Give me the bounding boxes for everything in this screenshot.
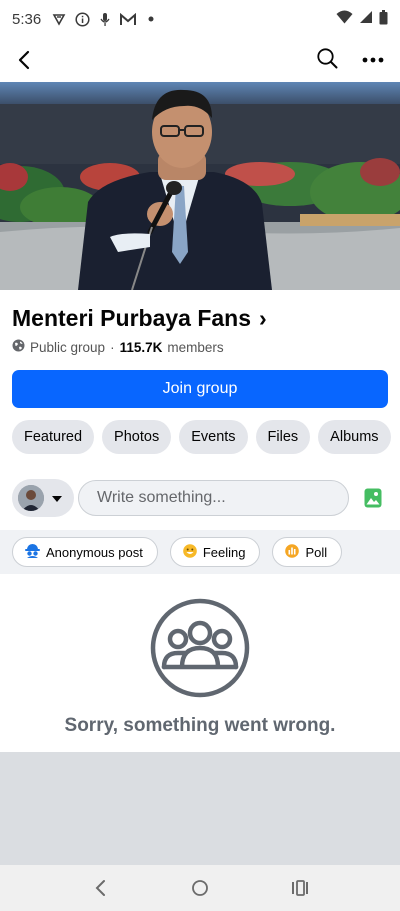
tab-events[interactable]: Events (179, 420, 248, 454)
system-nav-bar (0, 865, 400, 911)
back-arrow-icon[interactable] (10, 46, 38, 74)
group-name-text: Menteri Purbaya Fans (12, 305, 252, 331)
nav-recents-icon[interactable] (285, 873, 315, 903)
poll-icon (285, 543, 300, 561)
status-bar: 5:36 (0, 0, 400, 38)
microphone-icon (97, 11, 113, 27)
join-group-button[interactable]: Join group (12, 370, 388, 408)
write-something-input[interactable]: Write something... (78, 480, 349, 516)
status-right (336, 9, 388, 29)
poll-label: Poll (305, 544, 328, 560)
anonymous-icon (25, 543, 40, 561)
tab-files[interactable]: Files (255, 420, 311, 454)
cover-photo[interactable] (0, 82, 400, 290)
battery-icon (379, 9, 388, 29)
tab-albums[interactable]: Albums (318, 420, 391, 454)
more-icon[interactable] (362, 51, 384, 69)
wifi-icon (336, 10, 353, 28)
poll-chip[interactable]: Poll (272, 537, 343, 567)
feeling-chip[interactable]: Feeling (169, 537, 261, 567)
anonymous-post-chip[interactable]: Anonymous post (12, 537, 158, 567)
post-options-row: Anonymous post Feeling Poll (0, 530, 400, 574)
privacy-label: Public group (30, 339, 106, 355)
meta-separator: · (110, 339, 115, 355)
error-state: Sorry, something went wrong. (0, 574, 400, 752)
globe-icon (12, 339, 25, 355)
feeling-icon (183, 543, 197, 561)
info-icon (74, 11, 90, 27)
post-composer: Write something... (12, 479, 388, 517)
top-actions (316, 47, 390, 74)
nav-home-icon[interactable] (185, 873, 215, 903)
group-icon (150, 598, 250, 703)
members-label: members (167, 339, 224, 355)
status-time: 5:36 (12, 10, 42, 28)
profile-switcher[interactable] (12, 479, 74, 517)
signal-icon (359, 10, 373, 28)
photo-icon[interactable] (358, 483, 388, 513)
group-title[interactable]: Menteri Purbaya Fans › (12, 305, 267, 332)
vpn-key-icon (51, 11, 67, 27)
dot-icon (143, 11, 159, 27)
caret-down-icon (52, 489, 62, 507)
top-app-bar (0, 38, 400, 82)
feed-placeholder (0, 752, 400, 865)
group-meta: Public group · 115.7K members (12, 339, 224, 355)
chevron-right-icon: › (259, 305, 267, 331)
nav-back-icon[interactable] (85, 873, 115, 903)
search-icon[interactable] (316, 47, 338, 74)
gmail-icon (120, 11, 137, 27)
feeling-label: Feeling (202, 544, 246, 560)
tab-photos[interactable]: Photos (102, 420, 172, 454)
members-count: 115.7K (119, 339, 163, 355)
avatar (18, 485, 44, 511)
error-message: Sorry, something went wrong. (64, 715, 336, 736)
anonymous-post-label: Anonymous post (46, 544, 143, 560)
tab-featured[interactable]: Featured (12, 420, 95, 454)
group-tabs: Featured Photos Events Files Albums (12, 420, 391, 454)
